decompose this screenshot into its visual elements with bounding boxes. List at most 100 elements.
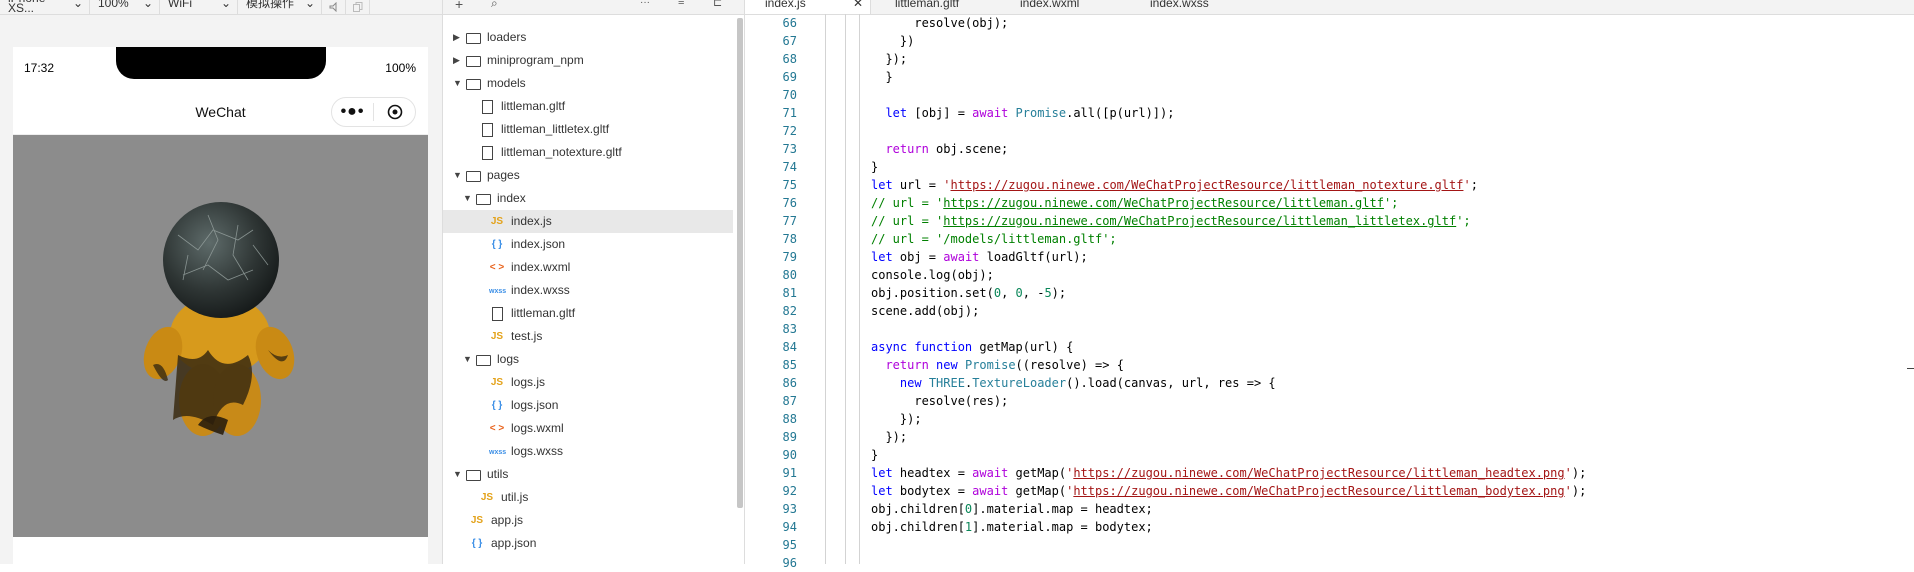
speaker-icon[interactable] bbox=[322, 0, 346, 14]
code-line: }) bbox=[871, 34, 915, 48]
code-line: let bodytex = await getMap('https://zugo… bbox=[871, 484, 1587, 498]
chevron-down-icon[interactable]: ▼ bbox=[463, 348, 472, 371]
code-line: new THREE.TextureLoader().load(canvas, u… bbox=[899, 376, 1276, 390]
close-icon[interactable]: ✕ bbox=[853, 0, 863, 9]
line-number: 87 bbox=[782, 394, 797, 408]
code-line: } bbox=[871, 160, 879, 174]
tree-item[interactable]: { } index.json bbox=[443, 233, 733, 256]
line-number: 70 bbox=[782, 88, 797, 102]
tree-item[interactable]: littleman.gltf bbox=[443, 302, 733, 325]
tree-item[interactable]: JS app.js bbox=[443, 509, 733, 532]
tree-item-label: index.wxml bbox=[511, 260, 571, 274]
tab-littleman-gltf[interactable]: littleman.gltf bbox=[870, 0, 990, 14]
wxss-icon: wxss bbox=[489, 449, 507, 456]
code-area[interactable]: resolve(obj); }) }); } let [obj] = await… bbox=[871, 14, 1586, 572]
collapse-icon[interactable]: ≡ bbox=[678, 0, 684, 8]
tree-item[interactable]: JS util.js bbox=[443, 486, 733, 509]
tab-label: index.js bbox=[765, 0, 806, 10]
chevron-down-icon[interactable]: ▼ bbox=[453, 463, 462, 486]
tab-index-wxss[interactable]: index.wxss bbox=[1110, 0, 1230, 14]
code-line: obj.children[0].material.map = headtex; bbox=[871, 502, 1153, 516]
code-line: let headtex = await getMap('https://zugo… bbox=[871, 466, 1587, 480]
tree-item[interactable]: ▼ pages bbox=[443, 164, 733, 187]
tree-item-label: index bbox=[497, 191, 526, 205]
tree-item[interactable]: wxss logs.wxss bbox=[443, 440, 733, 463]
search-icon[interactable]: ⌕ bbox=[491, 0, 498, 11]
code-line: return obj.scene; bbox=[885, 142, 1009, 156]
mode-select[interactable]: 模拟操作 ⌄ bbox=[238, 0, 322, 14]
more-icon[interactable]: •●• bbox=[332, 103, 373, 121]
tree-item[interactable]: < > logs.wxml bbox=[443, 417, 733, 440]
json-icon: { } bbox=[471, 538, 483, 549]
code-line: // url = '/models/littleman.gltf'; bbox=[871, 232, 1117, 246]
tree-item-label: pages bbox=[487, 168, 520, 182]
indent-guide bbox=[825, 14, 826, 564]
wechat-navbar: WeChat •●• bbox=[13, 91, 428, 135]
tree-item-label: littleman_littletex.gltf bbox=[501, 122, 610, 136]
line-number: 77 bbox=[782, 214, 797, 228]
wxml-icon: < > bbox=[489, 423, 505, 434]
tree-item[interactable]: JS test.js bbox=[443, 325, 733, 348]
code-line: } bbox=[871, 448, 879, 462]
littleman-model bbox=[143, 202, 295, 436]
split-icon[interactable]: ⊏ bbox=[713, 0, 722, 9]
tree-item[interactable]: ▼ models bbox=[443, 72, 733, 95]
code-line: }); bbox=[871, 412, 922, 426]
code-line: resolve(obj); bbox=[871, 16, 1009, 30]
json-icon: { } bbox=[491, 400, 503, 411]
line-number: 84 bbox=[782, 340, 797, 354]
tree-item[interactable]: ▼ logs bbox=[443, 348, 733, 371]
line-number: 76 bbox=[782, 196, 797, 210]
status-bar: 17:32 100% bbox=[13, 47, 428, 91]
code-line: async function getMap(url) { bbox=[871, 340, 1074, 354]
tree-item[interactable]: { } logs.json bbox=[443, 394, 733, 417]
tree-item[interactable]: ▶ miniprogram_npm bbox=[443, 49, 733, 72]
tree-item[interactable]: ▼ index bbox=[443, 187, 733, 210]
line-number: 83 bbox=[782, 322, 797, 336]
chevron-right-icon[interactable]: ▶ bbox=[453, 26, 460, 49]
tree-item[interactable]: wxss index.wxss bbox=[443, 279, 733, 302]
explorer-scrollbar[interactable] bbox=[737, 18, 743, 508]
tree-item[interactable]: JS index.js bbox=[443, 210, 733, 233]
network-select[interactable]: WiFi ⌄ bbox=[160, 0, 238, 14]
status-time: 17:32 bbox=[24, 61, 55, 75]
tree-item[interactable]: JS logs.js bbox=[443, 371, 733, 394]
js-icon: JS bbox=[480, 492, 494, 503]
plus-icon[interactable]: + bbox=[455, 0, 463, 12]
phone-screen: 17:32 100% WeChat •●• bbox=[13, 47, 428, 564]
tree-item-label: utils bbox=[487, 467, 509, 481]
tab-index-wxml[interactable]: index.wxml bbox=[990, 0, 1110, 14]
tree-item[interactable]: littleman_littletex.gltf bbox=[443, 118, 733, 141]
tab-index-js[interactable]: index.js ✕ bbox=[745, 0, 871, 14]
tree-item[interactable]: littleman.gltf bbox=[443, 95, 733, 118]
js-icon: JS bbox=[490, 331, 504, 342]
device-select[interactable]: iPhone XS... ⌄ bbox=[0, 0, 90, 14]
webgl-canvas[interactable] bbox=[13, 135, 428, 537]
line-number: 86 bbox=[782, 376, 797, 390]
line-number: 81 bbox=[782, 286, 797, 300]
code-line: } bbox=[871, 70, 893, 84]
zoom-select[interactable]: 100% ⌄ bbox=[90, 0, 160, 14]
tree-item[interactable]: ▼ utils bbox=[443, 463, 733, 486]
tab-label: index.wxml bbox=[1020, 0, 1080, 10]
line-number: 90 bbox=[782, 448, 797, 462]
more-icon[interactable]: ··· bbox=[640, 0, 650, 8]
copy-icon[interactable] bbox=[346, 0, 370, 14]
capsule-close-icon[interactable] bbox=[374, 104, 415, 120]
code-line: // url = 'https://zugou.ninewe.com/WeCha… bbox=[871, 214, 1471, 228]
tree-item[interactable]: littleman_notexture.gltf bbox=[443, 141, 733, 164]
line-number: 73 bbox=[782, 142, 797, 156]
tab-label: littleman.gltf bbox=[895, 0, 960, 10]
tree-item[interactable]: < > index.wxml bbox=[443, 256, 733, 279]
tree-item-label: index.js bbox=[511, 214, 552, 228]
tree-item[interactable]: ▶ loaders bbox=[443, 26, 733, 49]
chevron-down-icon[interactable]: ▼ bbox=[453, 164, 462, 187]
chevron-right-icon[interactable]: ▶ bbox=[453, 49, 460, 72]
chevron-down-icon[interactable]: ▼ bbox=[453, 72, 462, 95]
chevron-down-icon[interactable]: ▼ bbox=[463, 187, 472, 210]
line-number: 96 bbox=[782, 556, 797, 570]
line-number: 78 bbox=[782, 232, 797, 246]
code-line: // url = 'https://zugou.ninewe.com/WeCha… bbox=[871, 196, 1399, 210]
tree-item[interactable]: { } app.json bbox=[443, 532, 733, 555]
